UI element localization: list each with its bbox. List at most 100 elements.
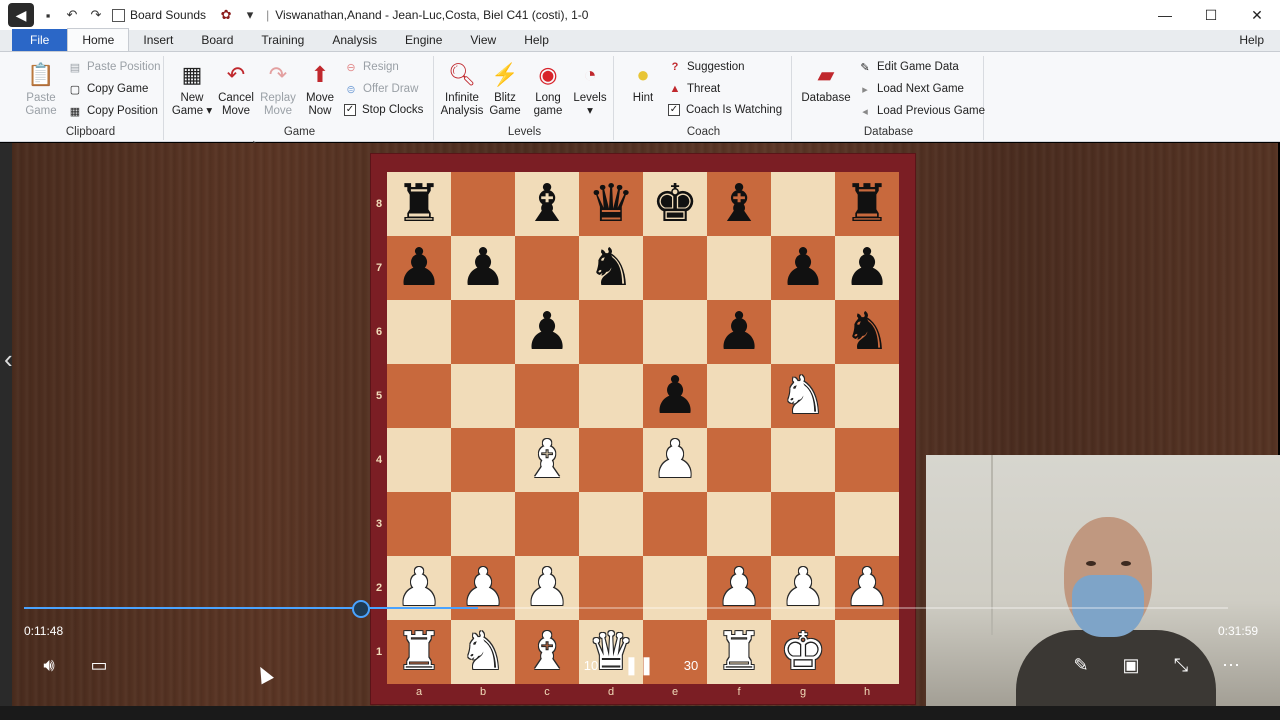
tab-view[interactable]: View xyxy=(456,29,510,51)
black-pawn-icon[interactable]: ♟ xyxy=(524,306,571,358)
square-g6[interactable] xyxy=(771,300,835,364)
captions-icon[interactable]: ▭ xyxy=(84,650,114,680)
tab-file[interactable]: File xyxy=(12,29,68,51)
square-e2[interactable] xyxy=(643,556,707,620)
quick-access-dropdown-icon[interactable]: ▾ xyxy=(240,7,260,23)
tab-board[interactable]: Board xyxy=(187,29,247,51)
square-e8[interactable]: ♚ xyxy=(643,172,707,236)
square-f8[interactable]: ♝ xyxy=(707,172,771,236)
square-d8[interactable]: ♛ xyxy=(579,172,643,236)
square-c4[interactable]: ♝ xyxy=(515,428,579,492)
square-a6[interactable] xyxy=(387,300,451,364)
square-b2[interactable]: ♟ xyxy=(451,556,515,620)
black-knight-icon[interactable]: ♞ xyxy=(844,306,891,358)
black-bishop-icon[interactable]: ♝ xyxy=(716,178,763,230)
square-e5[interactable]: ♟ xyxy=(643,364,707,428)
black-knight-icon[interactable]: ♞ xyxy=(588,242,635,294)
white-rook-icon[interactable]: ♜ xyxy=(396,626,443,678)
square-e6[interactable] xyxy=(643,300,707,364)
square-b3[interactable] xyxy=(451,492,515,556)
black-rook-icon[interactable]: ♜ xyxy=(844,178,891,230)
tab-engine[interactable]: Engine xyxy=(391,29,456,51)
square-c7[interactable] xyxy=(515,236,579,300)
save-icon[interactable]: ▪ xyxy=(38,8,58,23)
square-h4[interactable] xyxy=(835,428,899,492)
square-e7[interactable] xyxy=(643,236,707,300)
square-f3[interactable] xyxy=(707,492,771,556)
move-now-button[interactable]: ⬆ Move Now xyxy=(300,58,340,118)
database-button[interactable]: ▰ Database xyxy=(798,58,854,105)
square-f1[interactable]: ♜ xyxy=(707,620,771,684)
square-d4[interactable] xyxy=(579,428,643,492)
tab-help[interactable]: Help xyxy=(510,29,563,51)
square-c3[interactable] xyxy=(515,492,579,556)
stop-clocks-toggle[interactable]: ✓ Stop Clocks xyxy=(344,104,423,116)
square-b1[interactable]: ♞ xyxy=(451,620,515,684)
coach-watching-toggle[interactable]: ✓ Coach Is Watching xyxy=(668,104,782,116)
square-h2[interactable]: ♟ xyxy=(835,556,899,620)
black-pawn-icon[interactable]: ♟ xyxy=(716,306,763,358)
blitz-game-button[interactable]: ⚡ Blitz Game xyxy=(486,58,524,118)
square-h8[interactable]: ♜ xyxy=(835,172,899,236)
levels-dropdown-button[interactable]: ◔ Levels ▾ xyxy=(570,58,610,118)
square-c8[interactable]: ♝ xyxy=(515,172,579,236)
square-g3[interactable] xyxy=(771,492,835,556)
help-link[interactable]: Help xyxy=(1239,33,1264,47)
square-b6[interactable] xyxy=(451,300,515,364)
exit-fullscreen-icon[interactable]: ⤡ xyxy=(1166,650,1196,680)
more-options-icon[interactable]: ⋯ xyxy=(1216,650,1246,680)
black-bishop-icon[interactable]: ♝ xyxy=(524,178,571,230)
square-c1[interactable]: ♝ xyxy=(515,620,579,684)
black-queen-icon[interactable]: ♛ xyxy=(588,178,635,230)
progress-thumb[interactable] xyxy=(352,600,370,618)
square-e4[interactable]: ♟ xyxy=(643,428,707,492)
white-knight-icon[interactable]: ♞ xyxy=(780,370,827,422)
black-king-icon[interactable]: ♚ xyxy=(652,178,699,230)
threat-button[interactable]: ▲ Threat xyxy=(668,82,721,96)
white-bishop-icon[interactable]: ♝ xyxy=(524,626,571,678)
square-d2[interactable] xyxy=(579,556,643,620)
white-knight-icon[interactable]: ♞ xyxy=(460,626,507,678)
back-icon[interactable]: ◀ xyxy=(8,3,34,27)
resign-button[interactable]: ⊖ Resign xyxy=(344,60,398,74)
square-f5[interactable] xyxy=(707,364,771,428)
square-a4[interactable] xyxy=(387,428,451,492)
infinite-analysis-button[interactable]: 🔍︎ Infinite Analysis xyxy=(440,58,484,118)
maximize-icon[interactable]: ☐ xyxy=(1188,0,1234,30)
square-d3[interactable] xyxy=(579,492,643,556)
cancel-move-button[interactable]: ↶ Cancel Move xyxy=(216,58,256,118)
offer-draw-button[interactable]: ⊜ Offer Draw xyxy=(344,82,418,96)
tab-training[interactable]: Training xyxy=(247,29,318,51)
black-rook-icon[interactable]: ♜ xyxy=(396,178,443,230)
square-g7[interactable]: ♟ xyxy=(771,236,835,300)
copy-position-button[interactable]: ▦ Copy Position xyxy=(68,104,158,118)
white-king-icon[interactable]: ♚ xyxy=(780,626,827,678)
white-rook-icon[interactable]: ♜ xyxy=(716,626,763,678)
new-game-button[interactable]: ▦ New Game ▾ xyxy=(170,58,214,118)
undo-icon[interactable]: ↶ xyxy=(62,7,82,23)
square-h1[interactable] xyxy=(835,620,899,684)
close-icon[interactable]: ✕ xyxy=(1234,0,1280,30)
black-pawn-icon[interactable]: ♟ xyxy=(844,242,891,294)
square-g1[interactable]: ♚ xyxy=(771,620,835,684)
progress-track[interactable] xyxy=(24,607,1228,609)
square-a3[interactable] xyxy=(387,492,451,556)
square-h3[interactable] xyxy=(835,492,899,556)
square-d5[interactable] xyxy=(579,364,643,428)
black-pawn-icon[interactable]: ♟ xyxy=(652,370,699,422)
minimize-icon[interactable]: — xyxy=(1142,0,1188,30)
edit-game-data-button[interactable]: ✎ Edit Game Data xyxy=(858,60,958,74)
paste-position-button[interactable]: ▤ Paste Position xyxy=(68,60,161,74)
tab-home[interactable]: Home xyxy=(67,28,130,51)
square-c6[interactable]: ♟ xyxy=(515,300,579,364)
skip-forward-icon[interactable]: 30 xyxy=(676,650,706,680)
square-e3[interactable] xyxy=(643,492,707,556)
square-h6[interactable]: ♞ xyxy=(835,300,899,364)
square-a1[interactable]: ♜ xyxy=(387,620,451,684)
square-d6[interactable] xyxy=(579,300,643,364)
load-next-game-button[interactable]: ▸ Load Next Game xyxy=(858,82,964,96)
square-a8[interactable]: ♜ xyxy=(387,172,451,236)
white-bishop-icon[interactable]: ♝ xyxy=(524,434,571,486)
black-pawn-icon[interactable]: ♟ xyxy=(460,242,507,294)
square-f2[interactable]: ♟ xyxy=(707,556,771,620)
